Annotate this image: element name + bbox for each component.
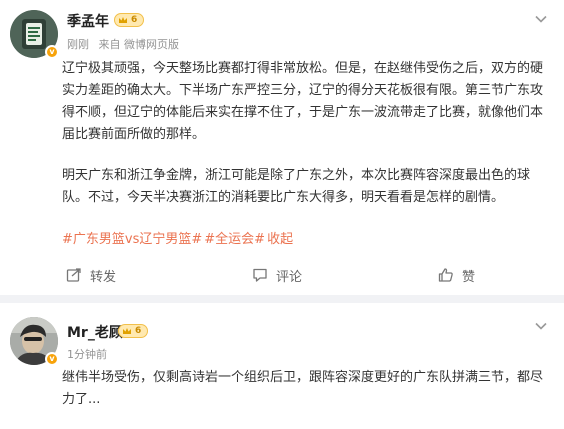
repost-label: 转发 <box>90 269 117 285</box>
post-action-bar: 转发 评论 赞 <box>0 260 564 290</box>
vip-level-badge[interactable]: 6 <box>114 13 144 27</box>
chevron-down-icon[interactable] <box>534 12 548 26</box>
author-name[interactable]: 季孟年 <box>67 11 109 31</box>
weibo-post-card: v 季孟年 6 刚刚 来自 微博网页版 辽宁极其顽强，今天整场比赛都打得非常放松… <box>0 0 564 295</box>
post-meta: 刚刚 来自 微博网页版 <box>67 36 185 52</box>
verified-icon: v <box>45 352 59 366</box>
post-text-paragraph: 明天广东和浙江争金牌，浙江可能是除了广东之外，本次比赛阵容深度最出色的球队。不过… <box>62 168 531 205</box>
comment-icon <box>253 268 267 282</box>
thumbs-up-icon <box>438 268 453 282</box>
chevron-down-icon[interactable] <box>534 319 548 333</box>
topic-tag-link[interactable]: #广东男篮vs辽宁男篮# <box>62 232 202 247</box>
collapse-link[interactable]: 收起 <box>267 232 293 247</box>
post-source: 来自 微博网页版 <box>98 38 180 51</box>
verified-icon: v <box>45 45 59 59</box>
topic-tag-link[interactable]: #全运会# <box>204 232 265 247</box>
post-time[interactable]: 1分钟前 <box>67 348 107 361</box>
repost-button[interactable]: 转发 <box>66 260 116 290</box>
like-label: 赞 <box>462 269 476 285</box>
comment-button[interactable]: 评论 <box>252 260 302 290</box>
post-time[interactable]: 刚刚 <box>67 38 89 51</box>
post-meta: 1分钟前 <box>67 346 113 362</box>
post-tags: #广东男篮vs辽宁男篮# #全运会# 收起 <box>62 229 295 251</box>
author-name[interactable]: Mr_老顾 <box>67 322 123 342</box>
vip-level-badge[interactable]: 6 <box>118 324 148 338</box>
post-text-paragraph: 辽宁极其顽强，今天整场比赛都打得非常放松。但是，在赵继伟受伤之后，双方的硬实力差… <box>62 61 544 142</box>
vip-level: 6 <box>135 326 142 336</box>
crown-icon <box>119 17 127 23</box>
crown-icon <box>123 328 131 334</box>
post-text-paragraph: 继伟半场受伤，仅剩高诗岩一个组织后卫，跟阵容深度更好的广东队拼满三节，都尽力了.… <box>62 370 544 407</box>
like-button[interactable]: 赞 <box>438 260 475 290</box>
comment-label: 评论 <box>276 269 303 285</box>
vip-level: 6 <box>131 15 138 25</box>
share-icon <box>66 268 81 282</box>
weibo-comment-card: v Mr_老顾 6 1分钟前 继伟半场受伤，仅剩高诗岩一个组织后卫，跟阵容深度更… <box>0 303 564 429</box>
